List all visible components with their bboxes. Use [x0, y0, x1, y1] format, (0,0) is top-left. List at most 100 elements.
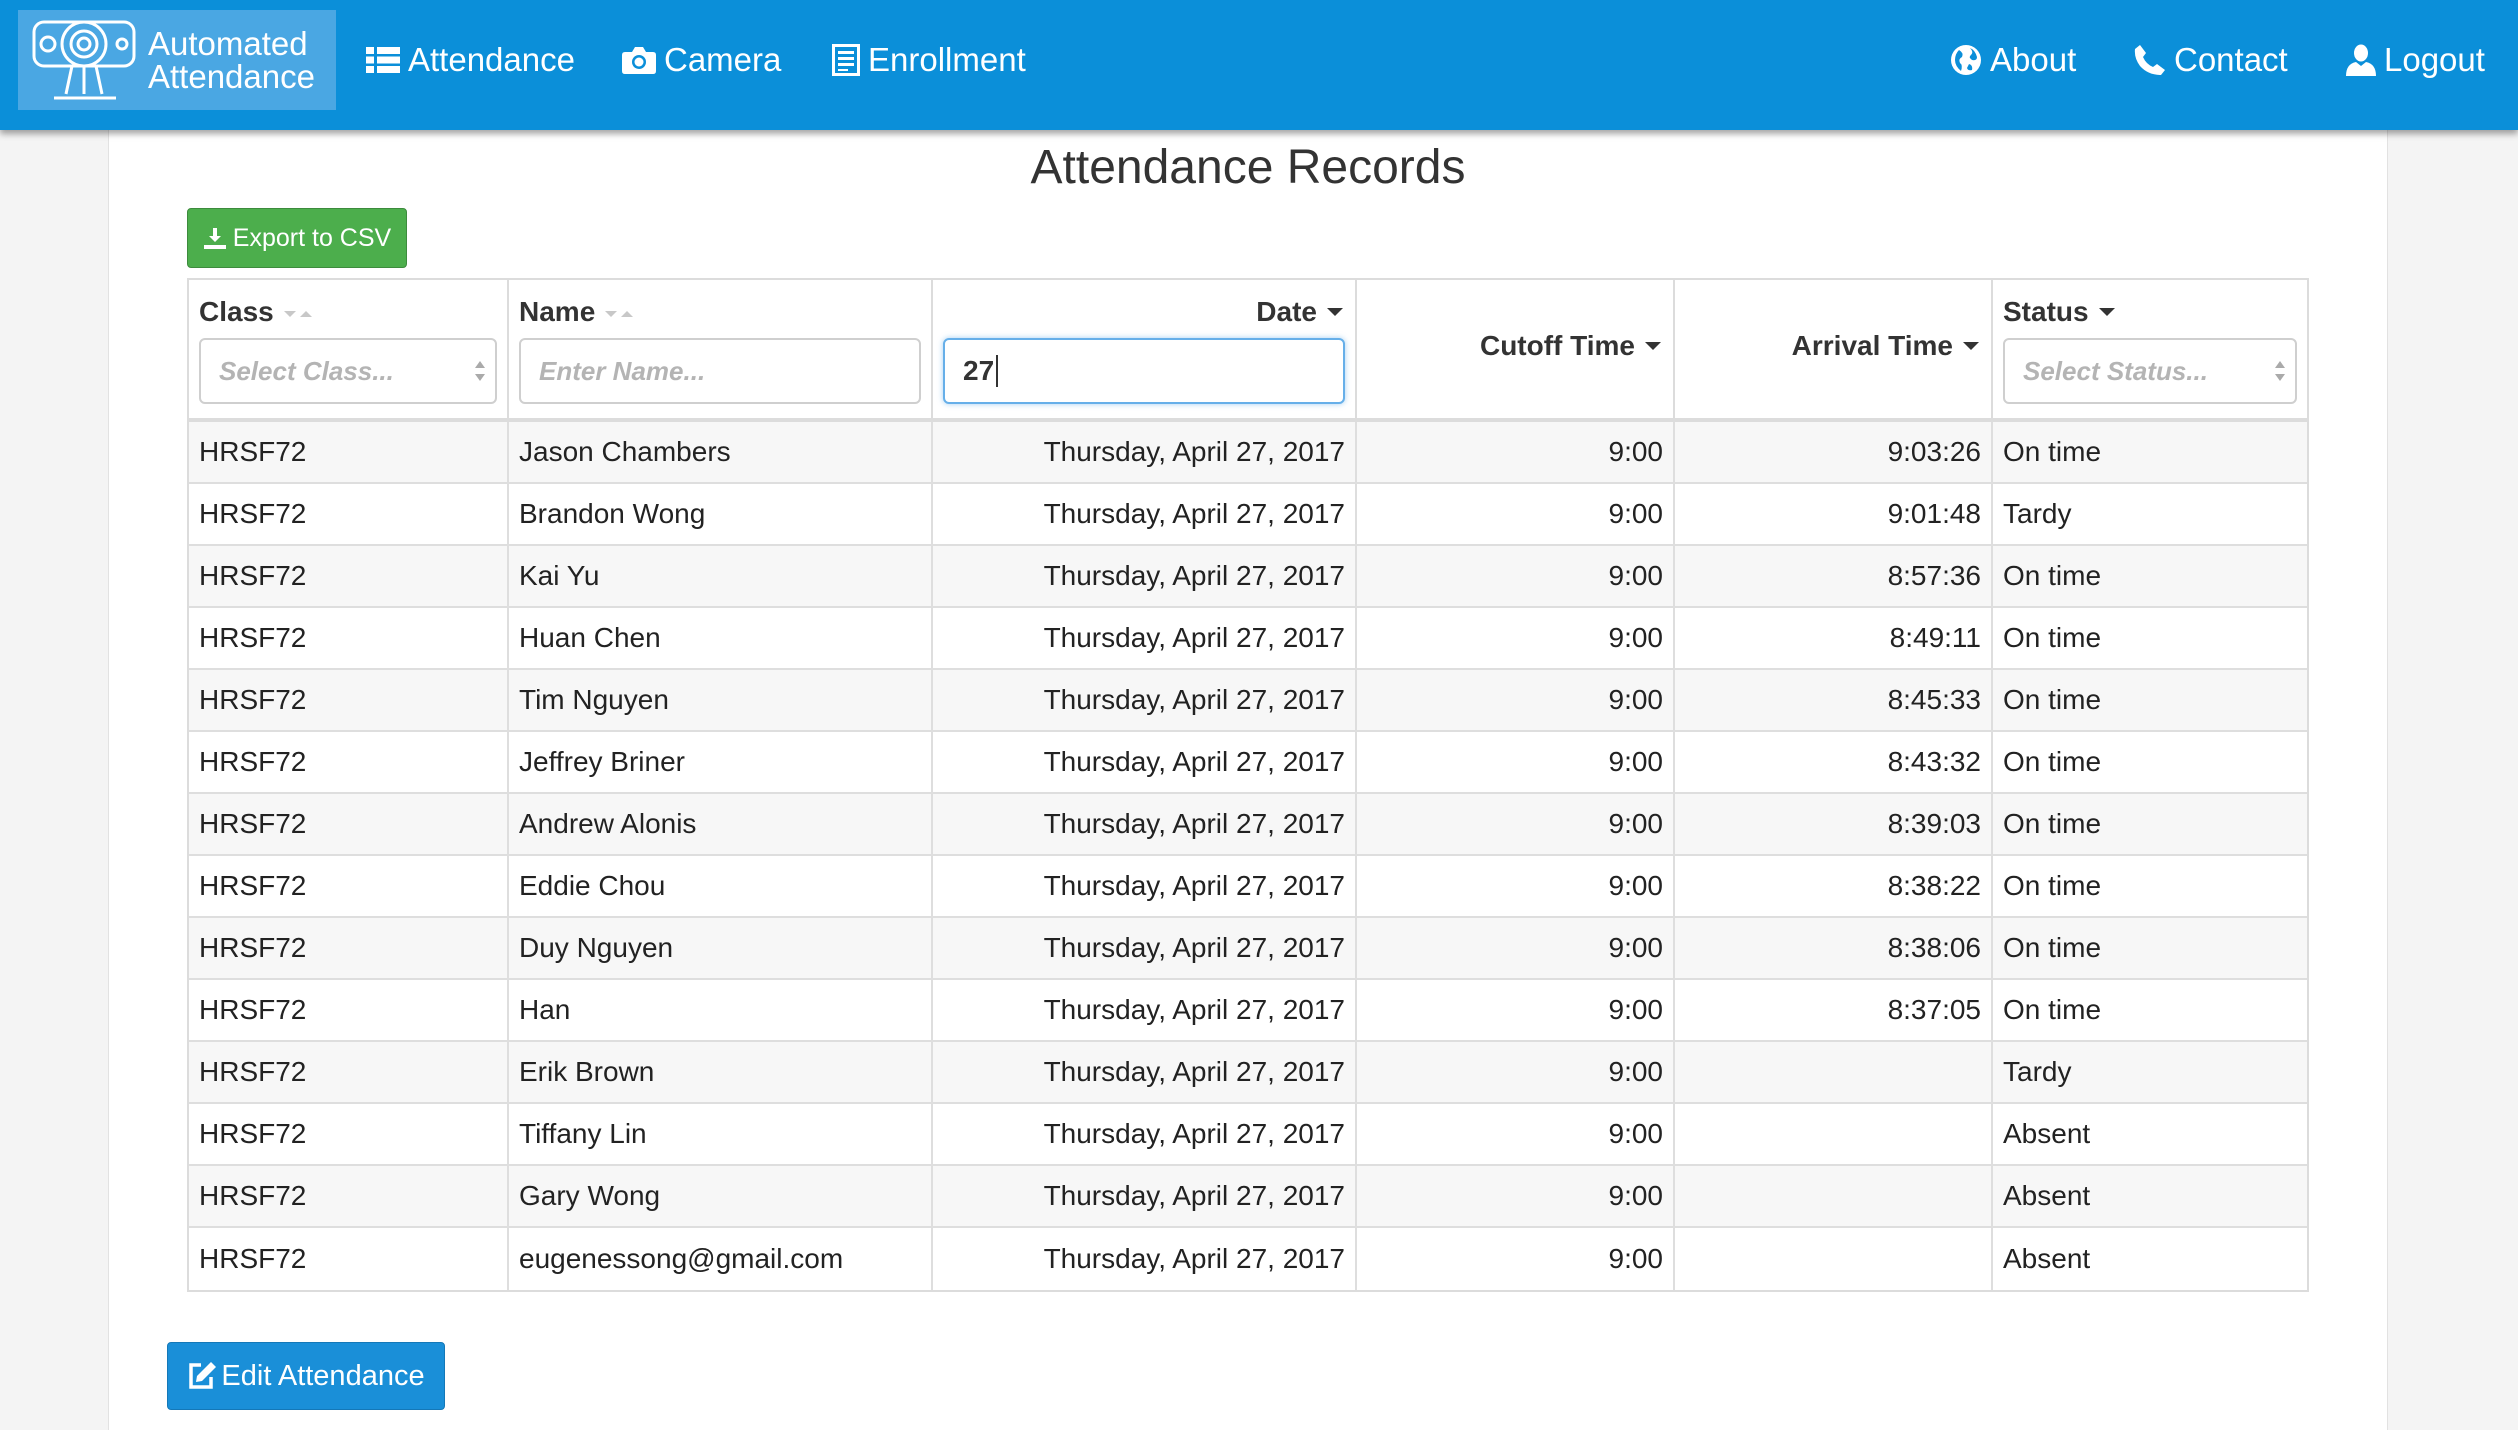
cutoff-cell: 9:00 [1357, 422, 1675, 482]
export-csv-label: Export to CSV [232, 223, 392, 252]
arrival-cell: 8:39:03 [1675, 794, 1993, 854]
sort-desc-icon [1645, 342, 1661, 350]
header-cutoff-label: Cutoff Time [1479, 330, 1635, 361]
nav-about[interactable]: About [1950, 0, 2076, 120]
nav-contact[interactable]: Contact [2134, 0, 2288, 120]
name-cell: Han [509, 980, 933, 1040]
camera-logo-icon [32, 20, 136, 100]
table-row: HRSF72 Jeffrey Briner Thursday, April 27, … [189, 732, 2307, 794]
sort-status[interactable]: Status [2003, 296, 2115, 328]
phone-icon [2134, 45, 2165, 75]
header-name: Name Enter Name... [509, 280, 933, 418]
name-cell: Erik Brown [509, 1042, 933, 1102]
name-cell: eugenessong@gmail.com [509, 1228, 933, 1290]
nav-logout[interactable]: Logout [2346, 0, 2485, 120]
header-class: Class Select Class... [189, 280, 509, 418]
nav-logout-label: Logout [2384, 41, 2485, 78]
status-cell: Absent [2003, 1180, 2091, 1211]
attendance-table: Class Select Class... Name Enter Name...… [187, 278, 2309, 1292]
class-cell: HRSF72 [189, 980, 509, 1040]
table-body: HRSF72 Jason Chambers Thursday, April 27, … [189, 422, 2307, 1290]
arrival-cell: 9:03:26 [1675, 422, 1993, 482]
status-cell: Tardy [2003, 1056, 2072, 1087]
class-cell: HRSF72 [189, 484, 509, 544]
status-cell: Tardy [2003, 498, 2072, 529]
edit-icon [189, 1362, 217, 1389]
cutoff-cell: 9:00 [1357, 1228, 1675, 1290]
main-container: Attendance Records Export to CSV Class S… [108, 130, 2388, 1430]
name-cell: Jason Chambers [509, 422, 933, 482]
status-cell: On time [2003, 994, 2102, 1025]
cutoff-cell: 9:00 [1357, 546, 1675, 606]
arrival-cell: 8:45:33 [1675, 670, 1993, 730]
date-cell: Thursday, April 27, 2017 [933, 856, 1357, 916]
status-select[interactable]: Select Status... [2003, 338, 2297, 404]
date-cell: Thursday, April 27, 2017 [933, 794, 1357, 854]
status-cell: On time [2003, 808, 2102, 839]
status-cell: On time [2003, 746, 2102, 777]
cutoff-cell: 9:00 [1357, 1042, 1675, 1102]
status-cell: On time [2003, 560, 2102, 591]
class-select[interactable]: Select Class... [199, 338, 497, 404]
table-row: HRSF72 Tim Nguyen Thursday, April 27, 2017… [189, 670, 2307, 732]
class-cell: HRSF72 [189, 608, 509, 668]
table-row: HRSF72 Eddie Chou Thursday, April 27, 2017… [189, 856, 2307, 918]
brand-text: Automated Attendance [148, 27, 315, 93]
cutoff-cell: 9:00 [1357, 1166, 1675, 1226]
clipboard-icon [832, 44, 860, 76]
nav-attendance[interactable]: Attendance [366, 0, 575, 120]
nav-camera[interactable]: Camera [622, 0, 781, 120]
sort-class[interactable]: Class [199, 296, 312, 328]
name-cell: Duy Nguyen [509, 918, 933, 978]
globe-icon [1951, 45, 1981, 75]
cutoff-cell: 9:00 [1357, 670, 1675, 730]
sort-cutoff[interactable]: Cutoff Time [1480, 330, 1661, 362]
table-row: HRSF72 Duy Nguyen Thursday, April 27, 2017… [189, 918, 2307, 980]
table-row: HRSF72 Brandon Wong Thursday, April 27, 20… [189, 484, 2307, 546]
page-title: Attendance Records [1030, 141, 1466, 194]
date-cell: Thursday, April 27, 2017 [933, 422, 1357, 482]
date-filter-value: 27 [963, 355, 995, 386]
name-cell: Gary Wong [509, 1166, 933, 1226]
date-cell: Thursday, April 27, 2017 [933, 546, 1357, 606]
date-cell: Thursday, April 27, 2017 [933, 1228, 1357, 1290]
date-cell: Thursday, April 27, 2017 [933, 732, 1357, 792]
table-row: HRSF72 Erik Brown Thursday, April 27, 2017… [189, 1042, 2307, 1104]
arrival-cell [1675, 1042, 1993, 1102]
class-cell: HRSF72 [189, 546, 509, 606]
header-status-label: Status [2003, 296, 2089, 327]
sort-date[interactable]: Date [1256, 296, 1343, 328]
sort-name[interactable]: Name [519, 296, 634, 328]
edit-attendance-button[interactable]: Edit Attendance [167, 1342, 445, 1410]
table-row: HRSF72 Huan Chen Thursday, April 27, 2017 9… [189, 608, 2307, 670]
table-row: HRSF72 eugenessong@gmail.com Thursday, Apr… [189, 1228, 2307, 1290]
status-cell: Absent [2003, 1118, 2091, 1149]
status-cell: On time [2003, 932, 2102, 963]
brand-home-link[interactable]: Automated Attendance [18, 10, 336, 110]
class-cell: HRSF72 [189, 1228, 509, 1290]
status-cell: Absent [2003, 1243, 2091, 1274]
status-select-placeholder: Select Status... [2023, 355, 2208, 386]
cutoff-cell: 9:00 [1357, 980, 1675, 1040]
header-name-label: Name [519, 296, 596, 327]
select-arrows-icon [2275, 361, 2285, 381]
name-cell: Kai Yu [509, 546, 933, 606]
date-filter-input[interactable]: 27 [943, 338, 1345, 404]
sort-arrival[interactable]: Arrival Time [1792, 330, 1979, 362]
export-csv-button[interactable]: Export to CSV [187, 208, 407, 268]
camera-icon [622, 47, 656, 74]
header-arrival: Arrival Time [1675, 280, 1993, 418]
name-filter-input[interactable]: Enter Name... [519, 338, 921, 404]
date-cell: Thursday, April 27, 2017 [933, 1104, 1357, 1164]
class-cell: HRSF72 [189, 856, 509, 916]
arrival-cell: 8:37:05 [1675, 980, 1993, 1040]
name-cell: Andrew Alonis [509, 794, 933, 854]
class-cell: HRSF72 [189, 422, 509, 482]
class-cell: HRSF72 [189, 732, 509, 792]
list-icon [366, 47, 400, 73]
class-cell: HRSF72 [189, 918, 509, 978]
brand-line-1: Automated [148, 25, 308, 62]
table-header: Class Select Class... Name Enter Name...… [189, 280, 2307, 422]
date-cell: Thursday, April 27, 2017 [933, 918, 1357, 978]
nav-enrollment[interactable]: Enrollment [832, 0, 1026, 120]
